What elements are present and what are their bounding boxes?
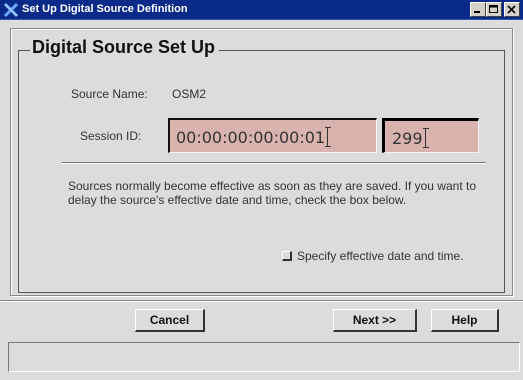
title-bar[interactable]: Set Up Digital Source Definition [0, 0, 523, 20]
effective-date-checkbox-label[interactable]: Specify effective date and time. [297, 249, 464, 263]
button-separator [0, 300, 523, 302]
close-button[interactable] [504, 2, 520, 17]
source-name-label: Source Name: [71, 87, 148, 101]
session-suffix-value: 299 [392, 129, 423, 148]
minimize-button[interactable] [470, 2, 486, 17]
app-x-icon [3, 2, 19, 18]
window-title: Set Up Digital Source Definition [22, 3, 188, 15]
setup-window: Set Up Digital Source Definition Digital… [0, 0, 523, 380]
divider [62, 162, 486, 164]
session-id-value: 00:00:00:00:00:01 [176, 128, 326, 147]
text-cursor-icon [422, 128, 429, 148]
maximize-button[interactable] [486, 2, 502, 17]
session-id-label: Session ID: [80, 129, 142, 143]
maximize-icon [489, 5, 498, 13]
cancel-button[interactable]: Cancel [135, 309, 205, 332]
next-button[interactable]: Next >> [333, 309, 417, 332]
status-bar [8, 342, 520, 372]
close-icon [507, 5, 516, 14]
minimize-icon [474, 11, 480, 13]
text-cursor-icon [325, 127, 332, 147]
effective-date-note: Sources normally become effective as soo… [68, 179, 476, 207]
session-suffix-field[interactable]: 299 [382, 118, 479, 153]
source-name-value: OSM2 [172, 87, 207, 101]
effective-date-checkbox[interactable] [282, 251, 292, 261]
session-id-field[interactable]: 00:00:00:00:00:01 [168, 118, 377, 153]
help-button[interactable]: Help [431, 309, 499, 332]
group-title: Digital Source Set Up [30, 36, 220, 58]
